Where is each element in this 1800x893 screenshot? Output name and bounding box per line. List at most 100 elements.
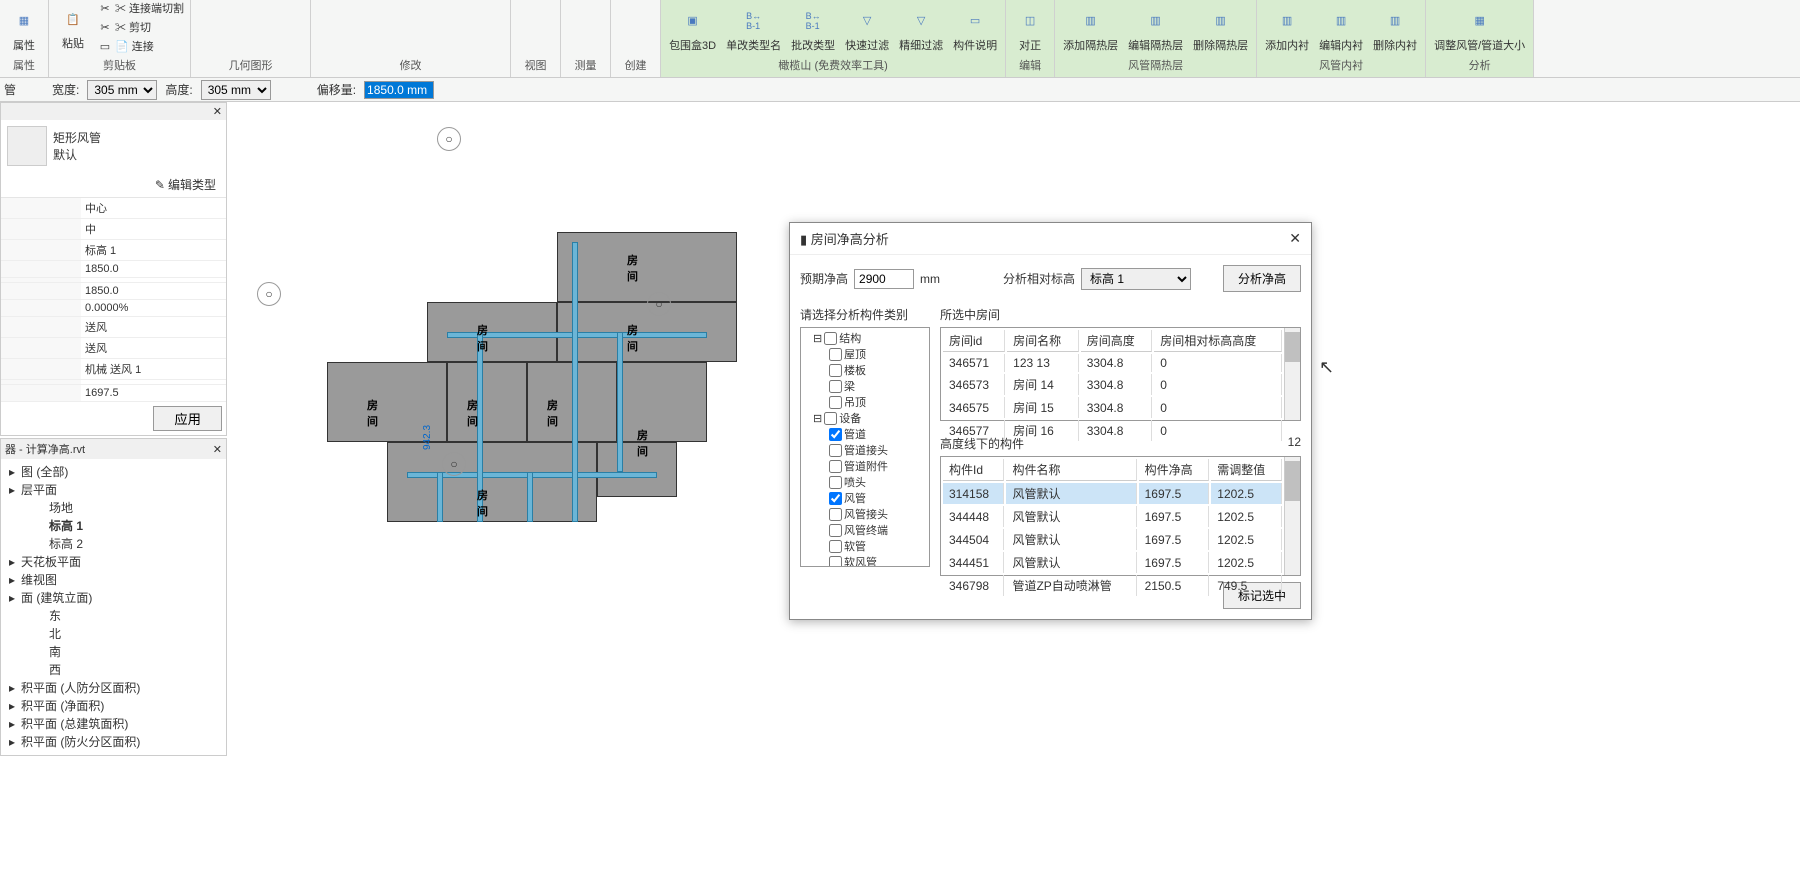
- del-insulation-button[interactable]: ▥删除隔热层: [1189, 3, 1252, 55]
- add-lining-button[interactable]: ▥添加内衬: [1261, 3, 1313, 55]
- category-checkbox[interactable]: [829, 476, 842, 489]
- category-checkbox[interactable]: [829, 444, 842, 457]
- category-node[interactable]: 风管终端: [803, 522, 927, 538]
- tree-item[interactable]: 东: [5, 607, 222, 625]
- tree-item[interactable]: 标高 1: [5, 517, 222, 535]
- property-row[interactable]: 标高 1: [1, 240, 226, 261]
- table-header[interactable]: 房间id: [943, 330, 1005, 352]
- room[interactable]: [617, 362, 707, 442]
- category-node[interactable]: 管道: [803, 426, 927, 442]
- tree-item[interactable]: 标高 2: [5, 535, 222, 553]
- table-header[interactable]: 房间相对标高高度: [1154, 330, 1282, 352]
- room[interactable]: [447, 362, 527, 442]
- tree-item[interactable]: ▸面 (建筑立面): [5, 589, 222, 607]
- batch-type-button[interactable]: B↔B-1批改类型: [787, 3, 839, 55]
- edit-type-button[interactable]: ✎编辑类型: [147, 174, 224, 195]
- category-node[interactable]: 风管: [803, 490, 927, 506]
- analyze-button[interactable]: 分析净高: [1223, 265, 1301, 292]
- category-checkbox[interactable]: [829, 492, 842, 505]
- table-row[interactable]: 346798管道ZP自动喷淋管2150.5749.5: [943, 575, 1282, 596]
- rename-type-button[interactable]: B↔B-1单改类型名: [722, 3, 785, 55]
- category-checkbox[interactable]: [829, 364, 842, 377]
- add-insulation-button[interactable]: ▥添加隔热层: [1059, 3, 1122, 55]
- room[interactable]: [387, 442, 597, 522]
- quick-filter-button[interactable]: ▽快速过滤: [841, 3, 893, 55]
- table-header[interactable]: 需调整值: [1211, 459, 1282, 481]
- category-node[interactable]: 屋顶: [803, 346, 927, 362]
- category-checkbox[interactable]: [829, 396, 842, 409]
- property-row[interactable]: 1697.5: [1, 385, 226, 402]
- table-row[interactable]: 344448风管默认1697.51202.5: [943, 506, 1282, 527]
- category-node[interactable]: 风管接头: [803, 506, 927, 522]
- table-row[interactable]: 346577房间 163304.80: [943, 420, 1282, 441]
- scrollbar[interactable]: [1284, 328, 1300, 420]
- category-checkbox[interactable]: [824, 412, 837, 425]
- table-header[interactable]: 构件名称: [1006, 459, 1136, 481]
- table-header[interactable]: 构件Id: [943, 459, 1004, 481]
- cope-button[interactable]: ✂✂ 连接端切割: [95, 0, 186, 17]
- offset-input[interactable]: [364, 81, 434, 99]
- category-node[interactable]: 软管: [803, 538, 927, 554]
- category-checkbox[interactable]: [829, 380, 842, 393]
- table-header[interactable]: 房间高度: [1081, 330, 1153, 352]
- edit-insulation-button[interactable]: ▥编辑隔热层: [1124, 3, 1187, 55]
- duct[interactable]: [617, 332, 623, 472]
- close-icon[interactable]: ✕: [213, 105, 222, 118]
- resize-duct-button[interactable]: ▦调整风管/管道大小: [1430, 3, 1529, 55]
- category-node[interactable]: 管道接头: [803, 442, 927, 458]
- edit-lining-button[interactable]: ▥编辑内衬: [1315, 3, 1367, 55]
- join-button[interactable]: ▭📄 连接: [95, 37, 186, 55]
- duct[interactable]: [437, 472, 443, 522]
- category-tree[interactable]: ⊟结构屋顶楼板梁吊顶⊟设备管道管道接头管道附件喷头风管风管接头风管终端软管软风管…: [800, 327, 930, 567]
- category-node[interactable]: 软风管: [803, 554, 927, 567]
- del-lining-button[interactable]: ▥删除内衬: [1369, 3, 1421, 55]
- duct[interactable]: [527, 472, 533, 522]
- category-node[interactable]: 楼板: [803, 362, 927, 378]
- width-input[interactable]: 305 mm: [87, 80, 157, 100]
- category-checkbox[interactable]: [829, 508, 842, 521]
- category-checkbox[interactable]: [824, 332, 837, 345]
- table-row[interactable]: 346571123 133304.80: [943, 354, 1282, 372]
- tree-item[interactable]: ▸积平面 (人防分区面积): [5, 679, 222, 697]
- property-row[interactable]: 0.0000%: [1, 300, 226, 317]
- property-row[interactable]: 送风: [1, 317, 226, 338]
- table-header[interactable]: 房间名称: [1007, 330, 1079, 352]
- height-input[interactable]: 305 mm: [201, 80, 271, 100]
- tree-item[interactable]: ▸层平面: [5, 481, 222, 499]
- expected-height-input[interactable]: [854, 269, 914, 289]
- category-node[interactable]: 吊顶: [803, 394, 927, 410]
- tree-item[interactable]: 北: [5, 625, 222, 643]
- close-icon[interactable]: ✕: [213, 443, 222, 456]
- tree-item[interactable]: 场地: [5, 499, 222, 517]
- tree-item[interactable]: ▸积平面 (防火分区面积): [5, 733, 222, 751]
- relative-level-select[interactable]: 标高 1: [1081, 268, 1191, 290]
- property-row[interactable]: 中: [1, 219, 226, 240]
- tree-item[interactable]: ▸图 (全部): [5, 463, 222, 481]
- category-checkbox[interactable]: [829, 428, 842, 441]
- tree-item[interactable]: ▸维视图: [5, 571, 222, 589]
- tree-item[interactable]: 西: [5, 661, 222, 679]
- table-row[interactable]: 314158风管默认1697.51202.5: [943, 483, 1282, 504]
- table-row[interactable]: 346573房间 143304.80: [943, 374, 1282, 395]
- scrollbar[interactable]: [1284, 457, 1300, 575]
- tree-item[interactable]: 南: [5, 643, 222, 661]
- apply-button[interactable]: 应用: [153, 406, 222, 431]
- tree-item[interactable]: ▸天花板平面: [5, 553, 222, 571]
- property-row[interactable]: 1850.0: [1, 283, 226, 300]
- tree-item[interactable]: ▸积平面 (总建筑面积): [5, 715, 222, 733]
- category-node[interactable]: 梁: [803, 378, 927, 394]
- fine-filter-button[interactable]: ▽精细过滤: [895, 3, 947, 55]
- table-row[interactable]: 344504风管默认1697.51202.5: [943, 529, 1282, 550]
- category-checkbox[interactable]: [829, 524, 842, 537]
- paste-button[interactable]: 📋粘贴: [53, 1, 93, 53]
- category-node[interactable]: ⊟结构: [803, 330, 927, 346]
- category-checkbox[interactable]: [829, 348, 842, 361]
- bbox3d-button[interactable]: ▣包围盒3D: [665, 3, 720, 55]
- category-node[interactable]: 喷头: [803, 474, 927, 490]
- room[interactable]: [557, 232, 737, 302]
- category-node[interactable]: ⊟设备: [803, 410, 927, 426]
- property-row[interactable]: 1850.0: [1, 261, 226, 278]
- justify-button[interactable]: ◫对正: [1010, 3, 1050, 55]
- table-row[interactable]: 346575房间 153304.80: [943, 397, 1282, 418]
- duct[interactable]: [572, 242, 578, 522]
